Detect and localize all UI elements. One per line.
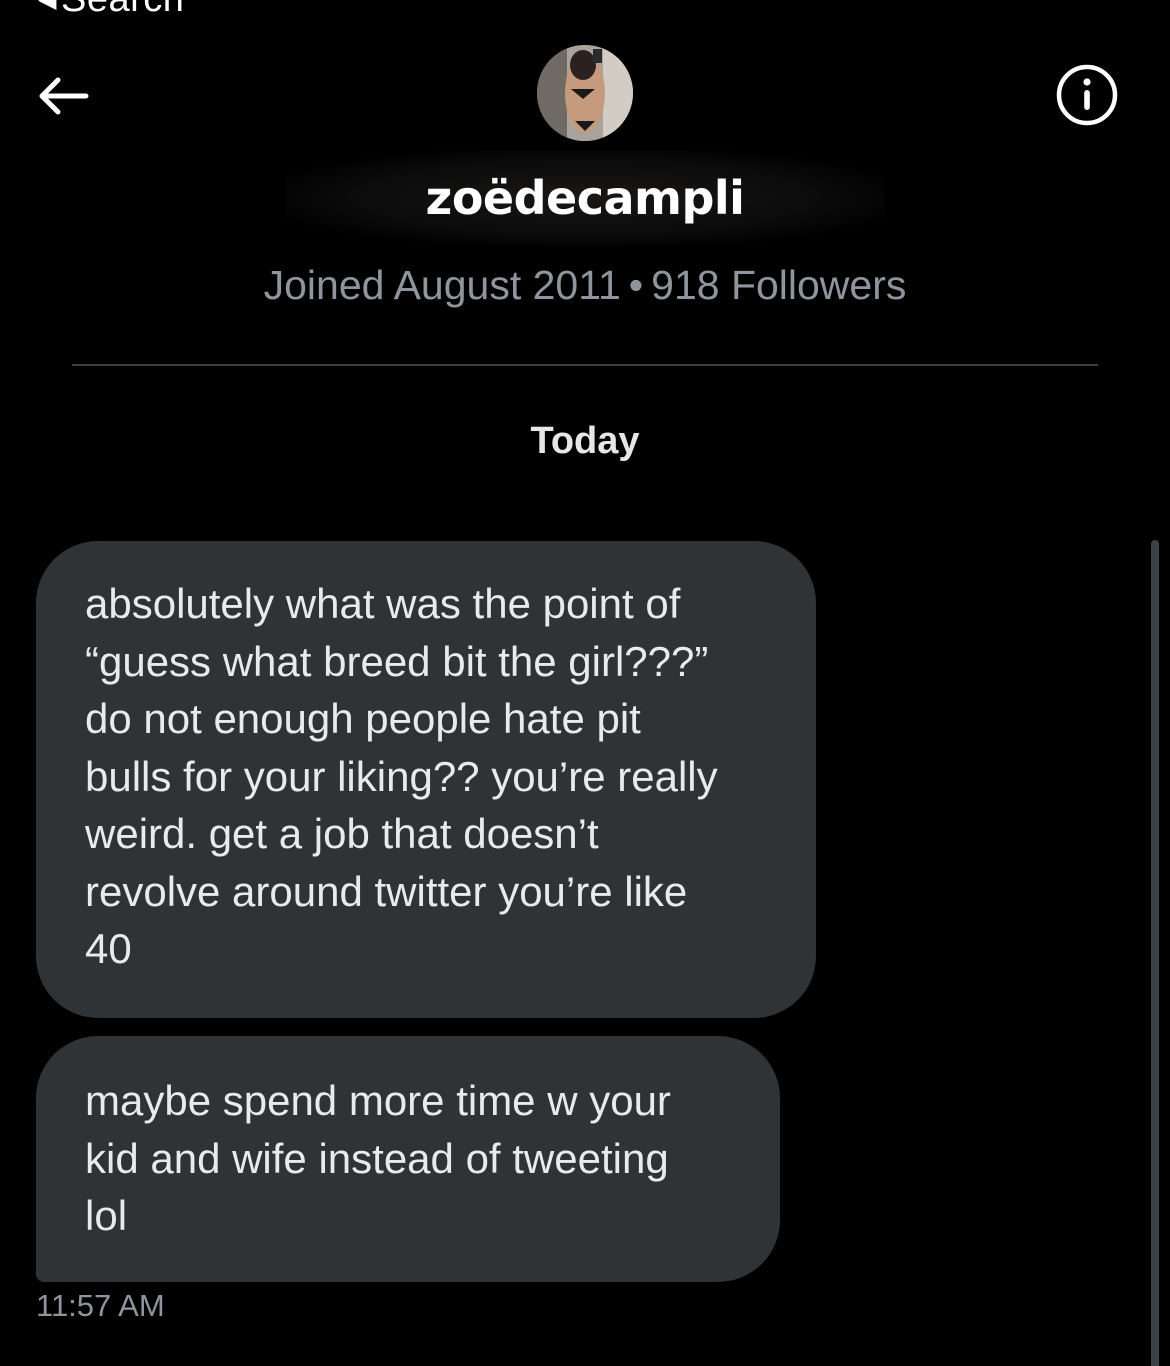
profile-meta: Joined August 2011 • 918 Followers (0, 262, 1170, 309)
back-button[interactable] (30, 66, 94, 126)
profile-photo (537, 45, 633, 141)
dm-conversation-screen: ◀ Search zoëdecampli Joined August 2011•9… (0, 0, 1170, 1366)
message-line: “guess what breed bit the girl???” (85, 637, 709, 685)
header-divider (72, 364, 1098, 366)
username: zoëdecampli (425, 170, 745, 225)
meta-separator: • (628, 262, 644, 308)
joined-date: Joined August 2011 (263, 262, 621, 308)
conversation-info-button[interactable] (1054, 62, 1120, 128)
message-bubble[interactable]: maybe spend more time w your kid and wif… (36, 1036, 780, 1282)
day-separator: Today (530, 420, 640, 462)
followers-count[interactable]: 918 Followers (651, 262, 906, 308)
message-line: lol (85, 1192, 128, 1239)
back-to-search-link[interactable]: ◀ Search (38, 0, 184, 21)
avatar[interactable] (537, 45, 633, 141)
message-line: do not enough people hate pit (85, 695, 641, 742)
message-line: weird. get a job that doesn’t (85, 810, 599, 857)
back-triangle-icon: ◀ (38, 0, 57, 14)
message-line: absolutely what was the point of (85, 580, 681, 627)
message-line: bulls for your liking?? you’re really (85, 752, 718, 800)
message-line: maybe spend more time w your (85, 1077, 671, 1124)
back-to-search-label: Search (61, 0, 184, 20)
username-header[interactable]: zoëdecampli (285, 150, 885, 245)
info-icon (1056, 64, 1118, 126)
arrow-left-icon (39, 77, 89, 115)
message-line: 40 (85, 925, 132, 972)
message-bubble[interactable]: absolutely what was the point of “guess … (36, 541, 816, 1018)
message-line: kid and wife instead of tweeting (85, 1134, 669, 1182)
message-timestamp: 11:57 AM (36, 1288, 165, 1323)
scrollbar[interactable] (1151, 540, 1159, 1366)
message-line: revolve around twitter you’re like (85, 867, 688, 915)
